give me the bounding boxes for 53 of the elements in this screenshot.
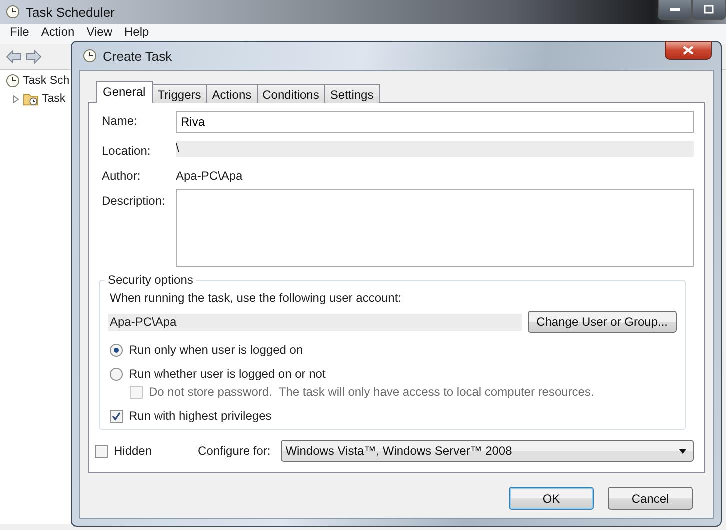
option-label: Run with highest privileges [129,409,272,423]
window-title: Task Scheduler [26,4,115,20]
menu-item[interactable]: View [86,25,112,43]
minimize-icon [670,8,680,12]
clock-icon [6,74,20,88]
checkbox[interactable] [95,444,108,458]
radio-button[interactable] [110,368,123,380]
field-label: Configure for: [198,444,271,458]
expander-icon[interactable] [12,94,20,104]
option-label: Do not store password. The task will only have access to local computer resources. [149,385,594,399]
forward-arrow-icon[interactable] [26,50,42,64]
menu-item[interactable]: File [10,25,30,43]
account-prompt: When running the task, use the following user account: [110,291,403,305]
name-field[interactable]: Riva [176,111,694,133]
field-label: Author: [102,168,142,183]
close-icon [683,46,694,55]
tab[interactable]: Conditions [256,84,326,103]
description-field[interactable] [176,189,694,267]
option-label: Hidden [114,444,152,458]
tab[interactable]: General [96,81,153,103]
option-label: Run only when user is logged on [129,343,304,357]
configure-dropdown[interactable]: Windows Vista™, Windows Server™ 2008 [280,440,694,462]
folder-clock-icon [23,92,39,106]
menu-item[interactable]: Action [41,25,75,43]
location-value: \ [176,141,180,155]
dropdown-arrow-icon [679,448,687,454]
group-title: Security options [107,273,194,287]
back-arrow-icon[interactable] [6,50,22,64]
clock-icon [83,49,97,63]
maximize-button[interactable] [692,0,726,20]
maximize-icon [704,5,714,14]
check-icon [112,412,121,420]
dialog-button[interactable]: OK [509,487,594,510]
tab[interactable]: Triggers [152,84,208,103]
close-button[interactable] [665,41,712,60]
tab[interactable]: Settings [324,84,380,103]
change-user-button[interactable]: Change User or Group... [528,311,677,333]
tab[interactable]: Actions [206,84,258,103]
user-account-field: Apa-PC\Apa [108,314,522,330]
clock-icon [6,5,20,19]
minimize-button[interactable] [658,0,692,20]
field-label: Name: [102,113,138,128]
menu-item[interactable]: Help [124,25,150,43]
field-label: Location: [102,143,152,158]
option-label: Run whether user is logged on or not [129,367,326,381]
checkbox[interactable] [110,410,123,422]
tree-item[interactable]: Task [42,93,66,105]
radio-button[interactable] [110,344,123,356]
author-value: Apa-PC\Apa [176,168,244,183]
dialog-title: Create Task [103,48,172,64]
tree-item[interactable]: Task Sch [23,75,70,87]
dialog-button[interactable]: Cancel [608,487,693,510]
field-label: Description: [102,193,166,208]
